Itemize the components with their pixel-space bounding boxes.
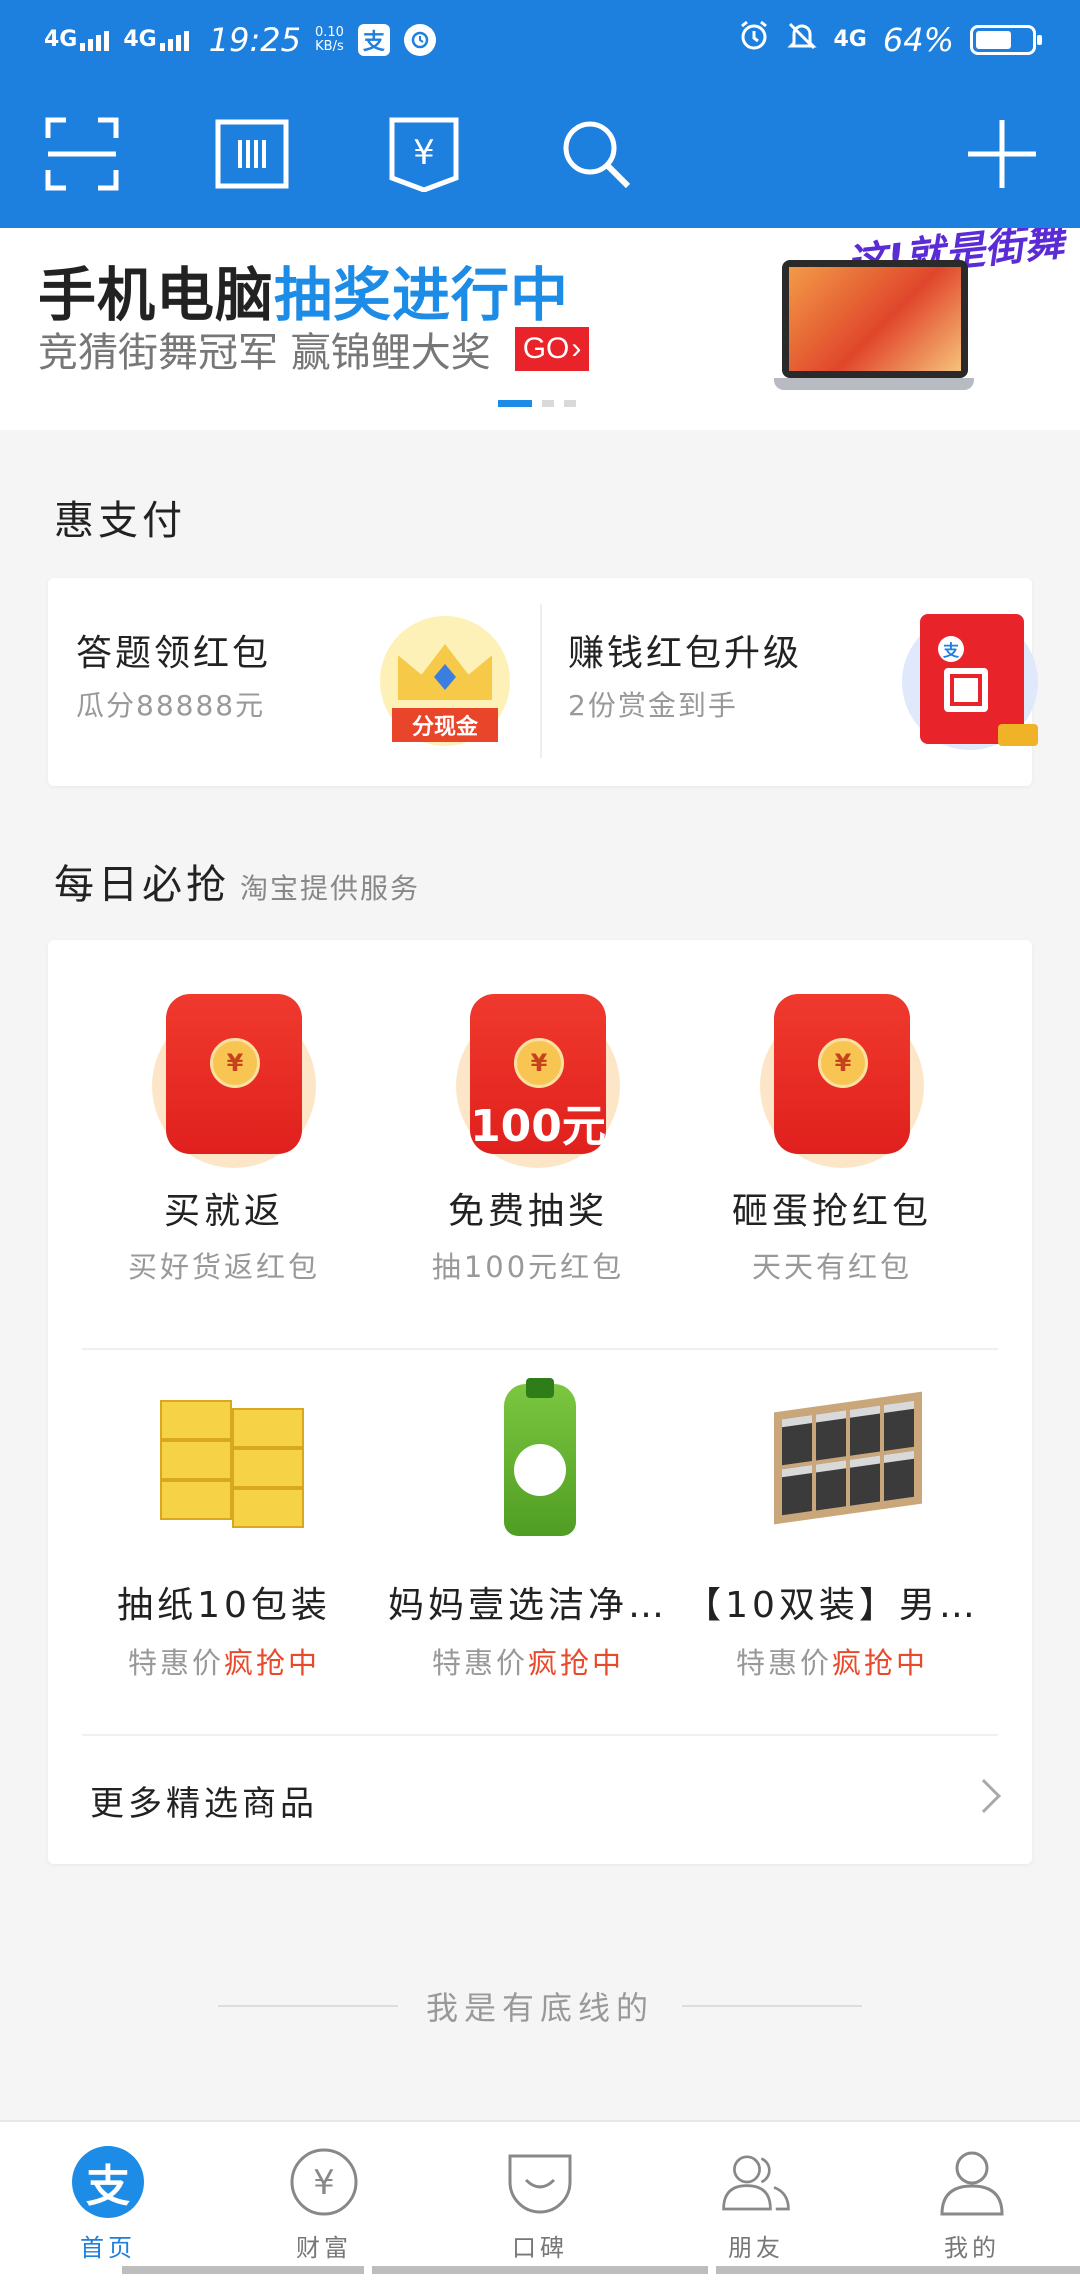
promo-title: 赚钱红包升级 — [568, 633, 803, 674]
grid-item-socks[interactable]: 【10双装】男… 特惠价疯抢中 — [656, 1380, 1008, 1680]
red-envelope-icon: ¥ — [142, 994, 316, 1168]
home-toolbar: ¥ — [0, 80, 1080, 228]
bottom-tab-bar: 支 首页 ¥ 财富 口碑 朋友 我的 — [0, 2120, 1080, 2280]
alipay-notification-icon: 支 — [357, 24, 390, 56]
promo-banner[interactable]: 手机电脑抽奖进行中 竞猜街舞冠军 赢锦鲤大奖 GO › 这!就是街舞 — [0, 228, 1080, 430]
chevron-right-icon — [967, 1779, 1001, 1813]
grid-item-smash-egg[interactable]: ¥ 砸蛋抢红包 天天有红包 — [656, 994, 1008, 1284]
grid-item-detergent[interactable]: 妈妈壹选洁净… 特惠价疯抢中 — [352, 1378, 704, 1680]
tab-label: 我的 — [944, 2234, 1000, 2262]
hot-status: 疯抢中 — [528, 1646, 625, 1680]
promo-subtitle: 瓜分88888元 — [76, 689, 266, 722]
grid-item-price: 特惠价疯抢中 — [431, 1646, 625, 1680]
divider — [682, 2005, 862, 2007]
alarm-icon — [738, 20, 770, 60]
divider — [217, 2005, 398, 2007]
grid-item-title: 【10双装】男… — [685, 1585, 979, 1626]
tab-label: 口碑 — [512, 2234, 568, 2262]
more-products-row[interactable]: 更多精选商品 — [48, 1736, 1032, 1866]
signal-bars-icon — [80, 31, 110, 51]
section-provider: 淘宝提供服务 — [240, 872, 421, 905]
signal-indicator-1: 4G — [44, 29, 110, 51]
divider — [82, 1348, 998, 1350]
section-title-daily: 每日必抢 淘宝提供服务 — [54, 862, 421, 908]
gesture-bar — [716, 2266, 1080, 2274]
tab-label: 朋友 — [728, 2234, 784, 2262]
add-icon[interactable] — [964, 116, 1040, 192]
tissue-product-image — [142, 1380, 316, 1544]
battery-icon — [970, 25, 1042, 55]
banner-go-button[interactable]: GO › — [514, 327, 590, 371]
yuan-glyph: ¥ — [413, 133, 435, 173]
tab-friends[interactable]: 朋友 — [696, 2146, 816, 2263]
network-speed: 0.10 KB/s — [314, 25, 344, 54]
tab-label: 财富 — [296, 2234, 352, 2262]
cash-tag: 分现金 — [392, 708, 498, 742]
promo-title: 答题领红包 — [76, 633, 272, 674]
promo-answer-quiz[interactable]: 答题领红包 瓜分88888元 分现金 — [48, 578, 540, 786]
grid-item-title: 砸蛋抢红包 — [731, 1191, 932, 1232]
battery-percent: 64% — [882, 21, 954, 59]
pay-code-icon[interactable]: ¥ — [386, 116, 462, 193]
red-envelope-qr-icon: 支 — [902, 614, 1038, 750]
signal-bars-icon — [159, 31, 189, 51]
section-title-hui-zhifu: 惠支付 — [54, 498, 186, 544]
daily-card: ¥ 买就返 买好货返红包 ¥100元 免费抽奖 抽100元红包 ¥ 砸蛋抢红包 … — [48, 940, 1032, 1864]
grid-item-subtitle: 抽100元红包 — [431, 1250, 625, 1284]
banner-subtitle: 竞猜街舞冠军 赢锦鲤大奖 GO › — [38, 320, 590, 378]
grid-item-price: 特惠价疯抢中 — [735, 1646, 929, 1680]
signal-indicator-3: 4G — [833, 27, 867, 52]
red-envelope-100-icon: ¥100元 — [446, 994, 620, 1168]
grid-item-subtitle: 买好货返红包 — [127, 1250, 320, 1284]
grid-item-title: 抽纸10包装 — [117, 1585, 331, 1626]
tab-wealth[interactable]: ¥ 财富 — [264, 2146, 384, 2263]
clock: 19:25 — [208, 21, 301, 59]
search-icon[interactable] — [558, 116, 634, 192]
tab-home[interactable]: 支 首页 — [48, 2146, 168, 2263]
grid-item-tissue[interactable]: 抽纸10包装 特惠价疯抢中 — [48, 1380, 400, 1680]
grid-item-title: 买就返 — [163, 1191, 284, 1232]
wealth-icon: ¥ — [288, 2146, 360, 2218]
barcode-icon[interactable] — [214, 116, 290, 192]
koubei-icon — [504, 2146, 576, 2218]
carousel-indicator — [498, 400, 576, 407]
carousel-dot — [542, 400, 554, 407]
hui-zhifu-card: 答题领红包 瓜分88888元 分现金 赚钱红包升级 2份赏金到手 支 — [48, 578, 1038, 786]
red-envelope-icon: ¥ — [750, 994, 924, 1168]
hot-status: 疯抢中 — [224, 1646, 321, 1680]
grid-item-price: 特惠价疯抢中 — [127, 1646, 321, 1680]
mute-bell-icon — [786, 20, 818, 60]
grid-item-title: 免费抽奖 — [447, 1191, 608, 1232]
socks-product-image — [750, 1380, 924, 1544]
detergent-product-image — [446, 1378, 620, 1544]
laptop-image — [774, 260, 974, 400]
tab-me[interactable]: 我的 — [912, 2146, 1032, 2263]
alarm-notification-icon — [403, 24, 436, 56]
end-of-list: 我是有底线的 — [0, 1986, 1080, 2027]
carousel-dot — [564, 400, 576, 407]
grid-item-buy-return[interactable]: ¥ 买就返 买好货返红包 — [48, 994, 400, 1284]
status-bar: 4G 4G 19:25 0.10 KB/s 支 4G 64% — [0, 0, 1080, 80]
grid-item-subtitle: 天天有红包 — [751, 1250, 912, 1284]
tab-label: 首页 — [80, 2234, 136, 2262]
crown-icon: 分现金 — [380, 616, 510, 746]
grid-item-title: 妈妈壹选洁净… — [387, 1585, 668, 1626]
hot-status: 疯抢中 — [832, 1646, 929, 1680]
svg-text:¥: ¥ — [313, 2163, 335, 2203]
more-products-label: 更多精选商品 — [90, 1784, 318, 1824]
carousel-dot — [498, 400, 532, 407]
promo-subtitle: 2份赏金到手 — [568, 689, 738, 722]
alipay-home-icon: 支 — [72, 2146, 144, 2218]
promo-upgrade-redpack[interactable]: 赚钱红包升级 2份赏金到手 支 — [540, 578, 1038, 786]
chevron-right-icon: › — [571, 332, 582, 365]
signal-indicator-2: 4G — [123, 29, 189, 51]
gesture-bar — [122, 2266, 364, 2274]
profile-icon — [936, 2146, 1008, 2218]
tab-koubei[interactable]: 口碑 — [480, 2146, 600, 2263]
grid-item-free-lottery[interactable]: ¥100元 免费抽奖 抽100元红包 — [352, 994, 704, 1284]
gesture-bar — [372, 2266, 708, 2274]
scan-icon[interactable] — [44, 116, 120, 192]
friends-icon — [720, 2146, 792, 2218]
end-of-list-text: 我是有底线的 — [425, 1989, 654, 2027]
